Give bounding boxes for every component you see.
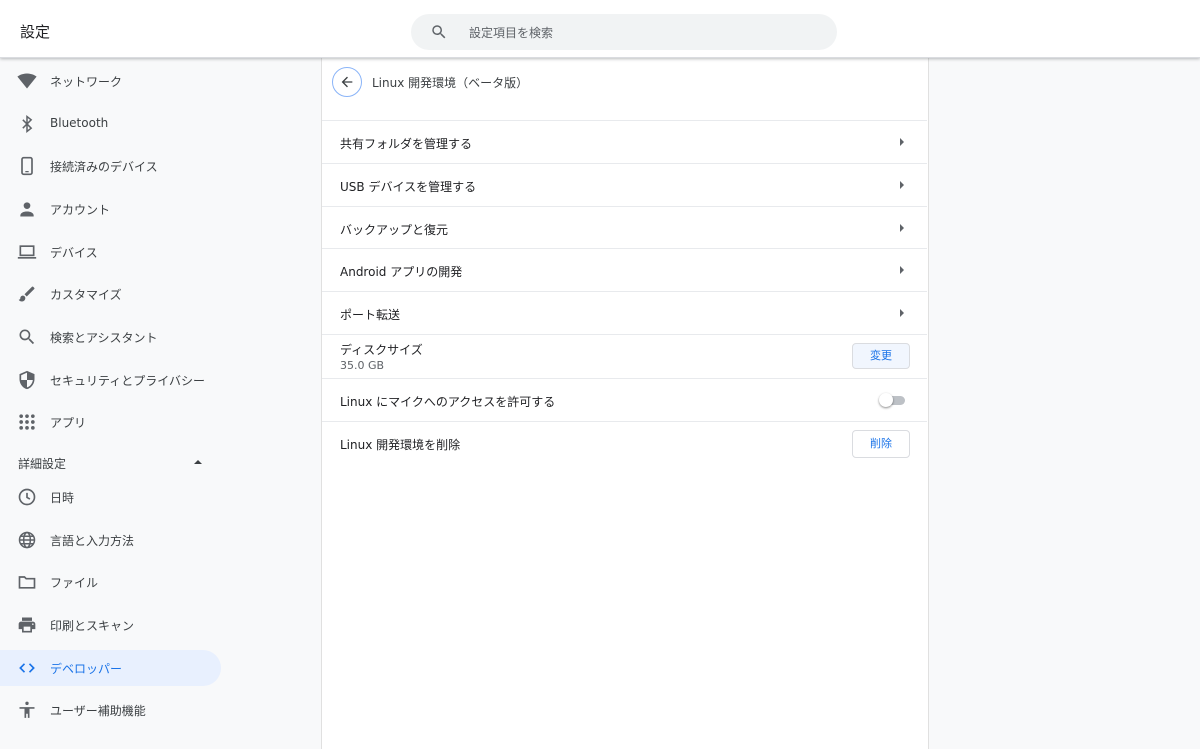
folder-icon: [18, 576, 36, 589]
sidebar-item-accounts[interactable]: アカウント: [0, 191, 221, 227]
row-manage-usb-devices[interactable]: USB デバイスを管理する: [322, 163, 927, 206]
toggle-knob: [879, 393, 893, 407]
phone-icon: [21, 156, 33, 176]
row-disk-size: ディスクサイズ 35.0 GB 変更: [322, 334, 927, 378]
arrow-back-icon: [341, 76, 353, 88]
disk-size-label: ディスクサイズ: [340, 343, 423, 357]
sidebar-item-label: カスタマイズ: [50, 288, 122, 302]
app-title: 設定: [20, 23, 51, 41]
shield-icon: [19, 370, 35, 390]
sidebar-item-label: セキュリティとプライバシー: [50, 374, 206, 388]
row-label: バックアップと復元: [340, 223, 449, 237]
sidebar-item-label: 検索とアシスタント: [50, 331, 158, 345]
advanced-section-header[interactable]: 詳細設定: [18, 455, 66, 472]
chevron-right-icon: [900, 309, 904, 317]
row-label: 共有フォルダを管理する: [340, 137, 473, 151]
sidebar-item-device[interactable]: デバイス: [0, 234, 221, 270]
sidebar-item-personalization[interactable]: カスタマイズ: [0, 276, 221, 312]
chevron-right-icon: [900, 181, 904, 189]
sidebar-item-label: Bluetooth: [50, 116, 109, 130]
chevron-right-icon: [900, 266, 904, 274]
change-disk-size-button[interactable]: 変更: [852, 343, 910, 369]
sidebar-item-label: アプリ: [50, 416, 87, 430]
sidebar-item-accessibility[interactable]: ユーザー補助機能: [0, 692, 221, 728]
sidebar-item-label: ファイル: [50, 576, 99, 590]
clock-icon: [18, 488, 36, 506]
page-title: Linux 開発環境（ベータ版）: [372, 76, 529, 90]
bluetooth-icon: [22, 114, 33, 134]
sidebar-item-label: 言語と入力方法: [50, 534, 135, 548]
sidebar-item-apps[interactable]: アプリ: [0, 404, 221, 440]
sidebar-item-date-time[interactable]: 日時: [0, 479, 221, 515]
apps-grid-icon: [19, 414, 35, 430]
sidebar-item-label: 日時: [50, 491, 75, 505]
remove-linux-label: Linux 開発環境を削除: [340, 438, 461, 452]
row-android-app-development[interactable]: Android アプリの開発: [322, 248, 927, 291]
code-icon: [19, 663, 35, 673]
sidebar-item-security[interactable]: セキュリティとプライバシー: [0, 362, 221, 398]
search-box[interactable]: [411, 14, 837, 52]
chevron-right-icon: [900, 138, 904, 146]
sidebar-item-network[interactable]: ネットワーク: [0, 63, 221, 99]
globe-icon: [18, 531, 36, 549]
printer-icon: [18, 617, 36, 633]
caret-up-icon[interactable]: [193, 458, 203, 466]
disk-size-value: 35.0 GB: [340, 359, 385, 372]
sidebar-item-files[interactable]: ファイル: [0, 564, 221, 600]
remove-linux-button[interactable]: 削除: [852, 430, 910, 458]
row-label: ポート転送: [340, 308, 401, 322]
search-icon: [19, 329, 35, 345]
laptop-icon: [17, 245, 37, 259]
row-port-forwarding[interactable]: ポート転送: [322, 291, 927, 334]
back-button[interactable]: [332, 67, 362, 97]
sidebar-item-search-assistant[interactable]: 検索とアシスタント: [0, 319, 221, 355]
row-label: Android アプリの開発: [340, 265, 463, 279]
sidebar-item-label: 印刷とスキャン: [50, 619, 135, 633]
microphone-access-label: Linux にマイクへのアクセスを許可する: [340, 395, 556, 409]
person-icon: [20, 202, 34, 217]
sidebar-item-label: アカウント: [50, 203, 111, 217]
top-bar: 設定: [0, 0, 1200, 58]
sidebar-item-bluetooth[interactable]: Bluetooth: [0, 106, 221, 142]
microphone-access-toggle[interactable]: [879, 392, 907, 408]
sidebar: ネットワーク Bluetooth 接続済みのデバイス アカウント デバイス カス…: [0, 58, 320, 749]
row-manage-shared-folders[interactable]: 共有フォルダを管理する: [322, 120, 927, 163]
sidebar-item-languages[interactable]: 言語と入力方法: [0, 522, 221, 558]
linux-settings-panel: Linux 開発環境（ベータ版） 共有フォルダを管理する USB デバイスを管理…: [321, 58, 929, 749]
search-input[interactable]: [467, 14, 811, 52]
row-remove-linux: Linux 開発環境を削除 削除: [322, 421, 927, 466]
sidebar-item-label: ネットワーク: [50, 75, 123, 89]
brush-icon: [18, 286, 35, 302]
sidebar-item-connected-devices[interactable]: 接続済みのデバイス: [0, 148, 221, 184]
sidebar-item-label: デバイス: [50, 246, 98, 260]
row-label: USB デバイスを管理する: [340, 180, 477, 194]
sidebar-item-label: ユーザー補助機能: [50, 704, 146, 718]
sidebar-item-print-scan[interactable]: 印刷とスキャン: [0, 607, 221, 643]
row-backup-restore[interactable]: バックアップと復元: [322, 206, 927, 249]
wifi-icon: [17, 73, 37, 89]
search-icon: [432, 25, 446, 39]
row-microphone-access[interactable]: Linux にマイクへのアクセスを許可する: [322, 378, 927, 422]
sidebar-item-label: 接続済みのデバイス: [50, 160, 158, 174]
sidebar-item-developer[interactable]: デベロッパー: [0, 650, 221, 686]
accessibility-icon: [19, 701, 35, 718]
chevron-right-icon: [900, 224, 904, 232]
sidebar-item-label: デベロッパー: [50, 662, 123, 676]
